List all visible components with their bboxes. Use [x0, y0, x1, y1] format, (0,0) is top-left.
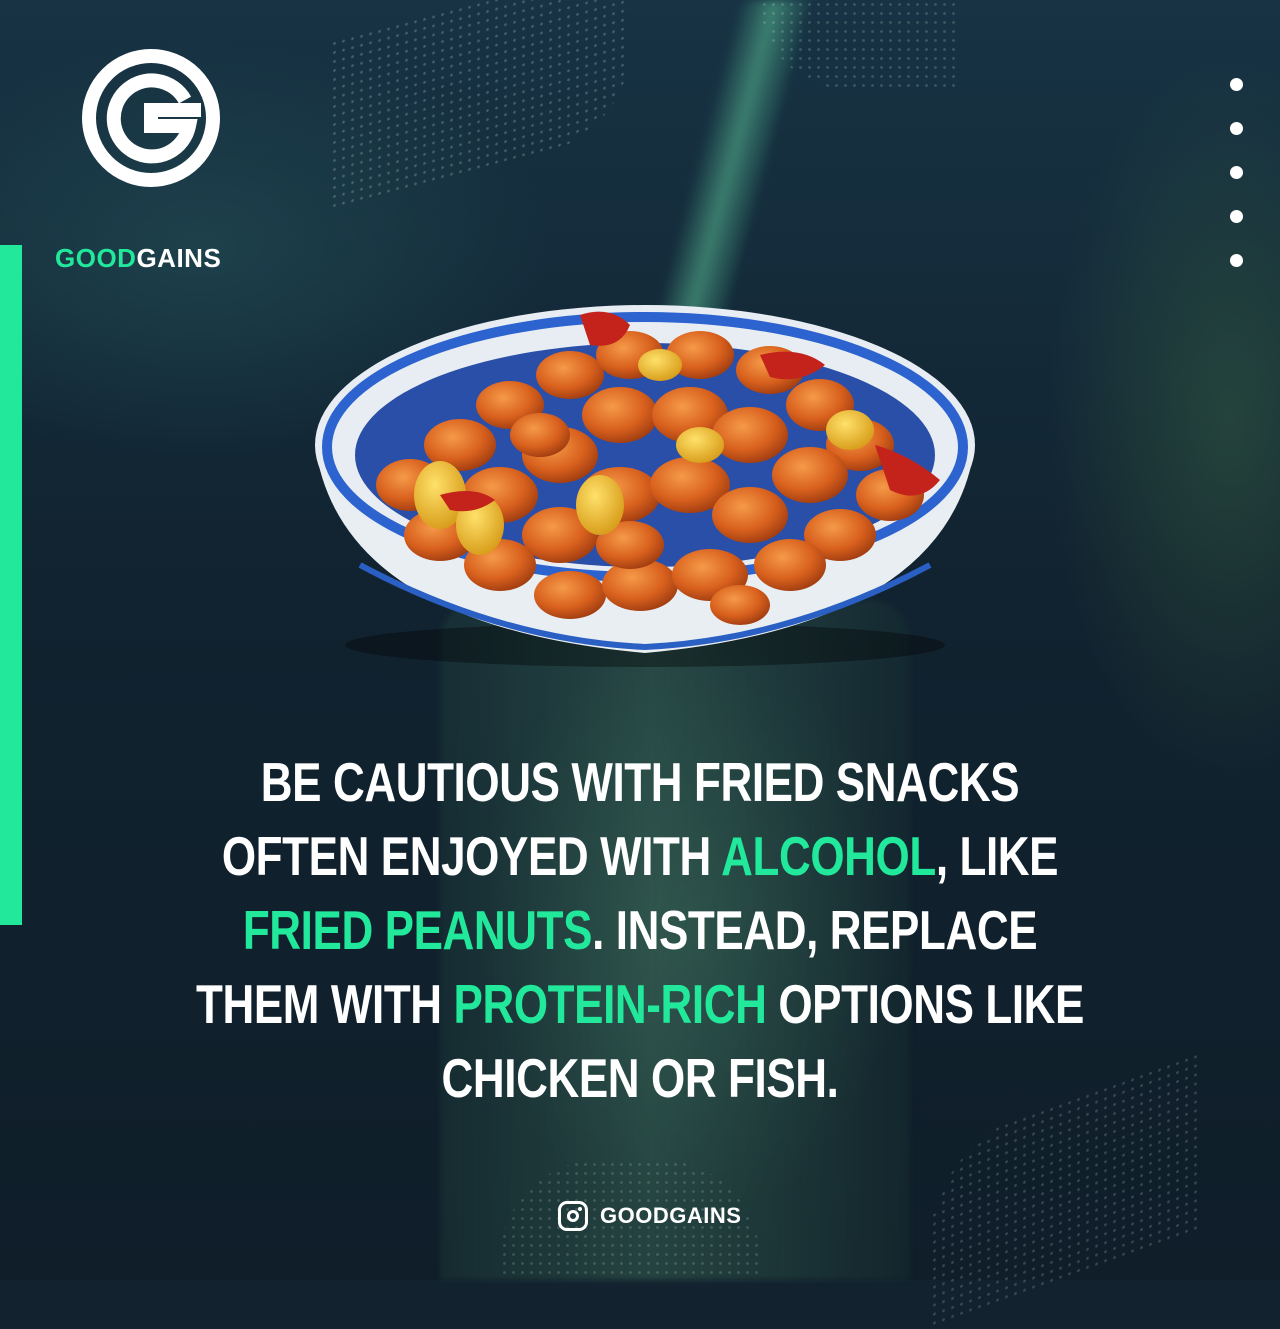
- headline-text: Be cautious with fried snacks often enjo…: [184, 745, 1096, 1115]
- headline-highlight: protein-rich: [453, 973, 767, 1035]
- brand-name-part1: GOOD: [55, 243, 137, 273]
- dot: [1230, 122, 1243, 135]
- headline-highlight: fried peanuts: [242, 899, 593, 961]
- headline-highlight: alcohol: [721, 825, 936, 887]
- brand-name: GOODGAINS: [55, 243, 255, 274]
- headline-part: , like: [935, 825, 1059, 887]
- instagram-icon: [558, 1201, 588, 1231]
- dot: [1230, 78, 1243, 91]
- accent-bar: [0, 245, 22, 925]
- instagram-handle: GOODGAINS: [600, 1203, 742, 1228]
- vertical-dots-icon: [1230, 78, 1248, 298]
- peanut-bowl-illustration: [300, 295, 990, 675]
- dot: [1230, 210, 1243, 223]
- social-handle[interactable]: GOODGAINS: [558, 1198, 741, 1234]
- brand-name-part2: GAINS: [136, 243, 222, 273]
- dot: [1230, 254, 1243, 267]
- dot: [1230, 166, 1243, 179]
- peanut-bowl-icon: [315, 305, 975, 667]
- instagram-flash: [578, 1207, 582, 1211]
- instagram-lens: [567, 1210, 579, 1222]
- goodgains-logo-icon: [82, 49, 220, 187]
